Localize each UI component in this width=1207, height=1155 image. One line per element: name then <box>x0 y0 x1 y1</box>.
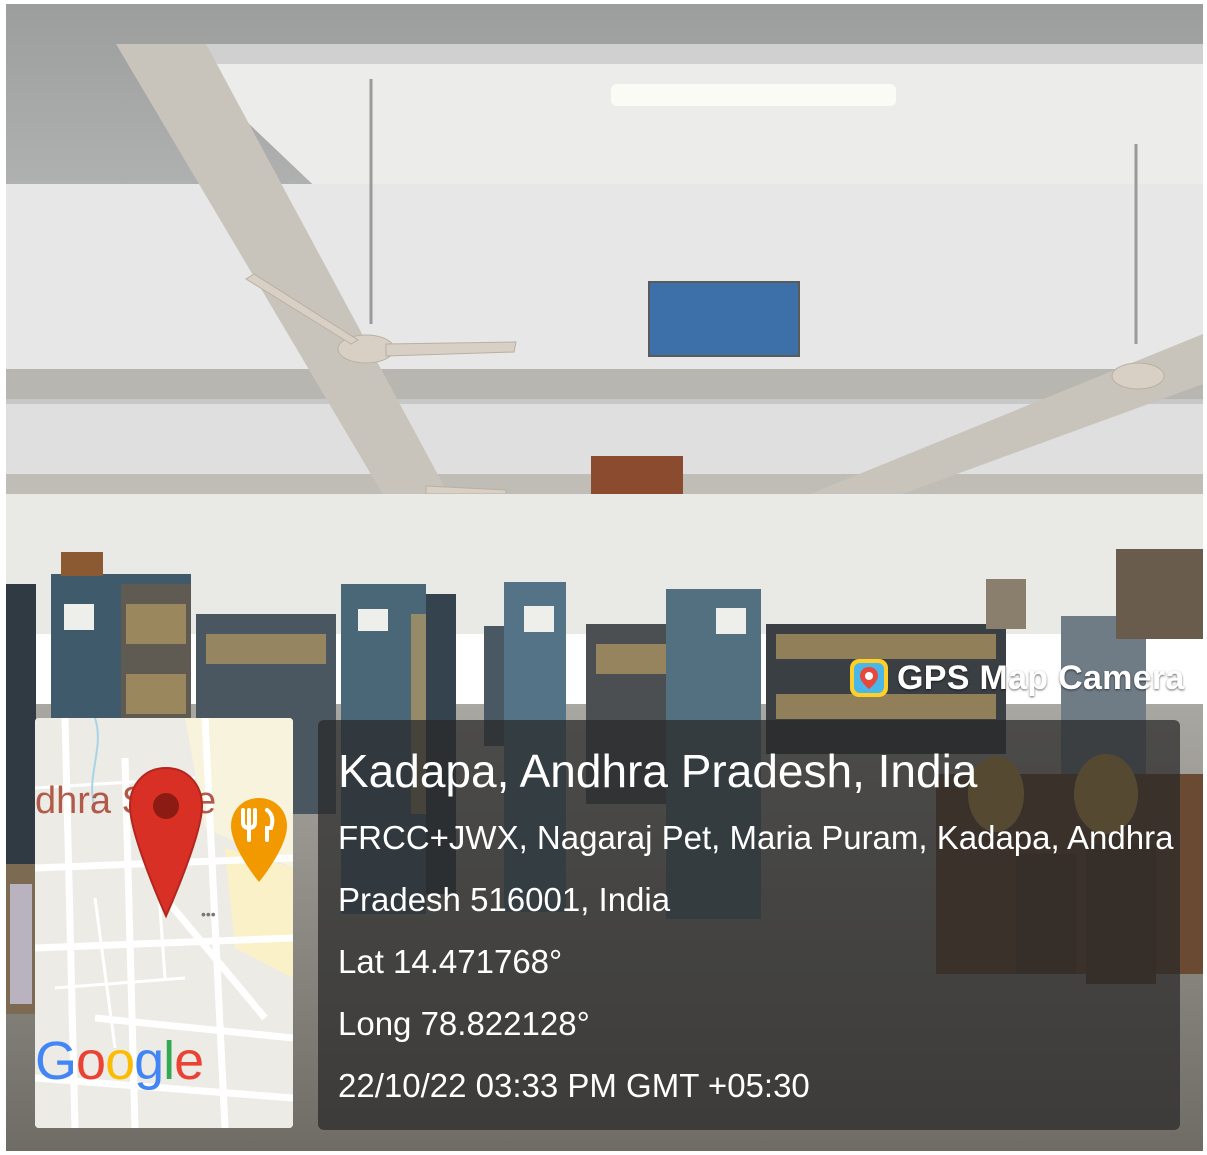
location-info: Kadapa, Andhra Pradesh, India FRCC+JWX, … <box>338 735 1173 1117</box>
google-logo: Google <box>35 1030 204 1092</box>
google-logo-letter: g <box>134 1031 164 1091</box>
google-logo-letter: G <box>35 1031 77 1091</box>
location-latitude: Lat 14.471768° <box>338 943 563 980</box>
google-logo-letter: e <box>174 1031 204 1091</box>
mini-map: dhra S e ••• Google <box>35 718 293 1128</box>
location-address-line2: Pradesh 516001, India <box>338 881 671 918</box>
map-dots: ••• <box>201 906 216 922</box>
gps-map-camera-icon <box>850 659 888 697</box>
google-logo-letter: o <box>76 1031 106 1091</box>
location-timestamp: 22/10/22 03:33 PM GMT +05:30 <box>338 1067 810 1104</box>
location-city: Kadapa, Andhra Pradesh, India <box>338 745 978 797</box>
location-pin-icon <box>128 766 204 919</box>
google-logo-letter: l <box>163 1031 175 1091</box>
location-address-line1: FRCC+JWX, Nagaraj Pet, Maria Puram, Kada… <box>338 819 1174 856</box>
watermark-label: GPS Map Camera <box>897 658 1185 697</box>
restaurant-icon <box>231 798 287 882</box>
google-logo-letter: o <box>105 1031 135 1091</box>
location-longitude: Long 78.822128° <box>338 1005 590 1042</box>
gps-map-camera-watermark: GPS Map Camera <box>849 658 1185 698</box>
